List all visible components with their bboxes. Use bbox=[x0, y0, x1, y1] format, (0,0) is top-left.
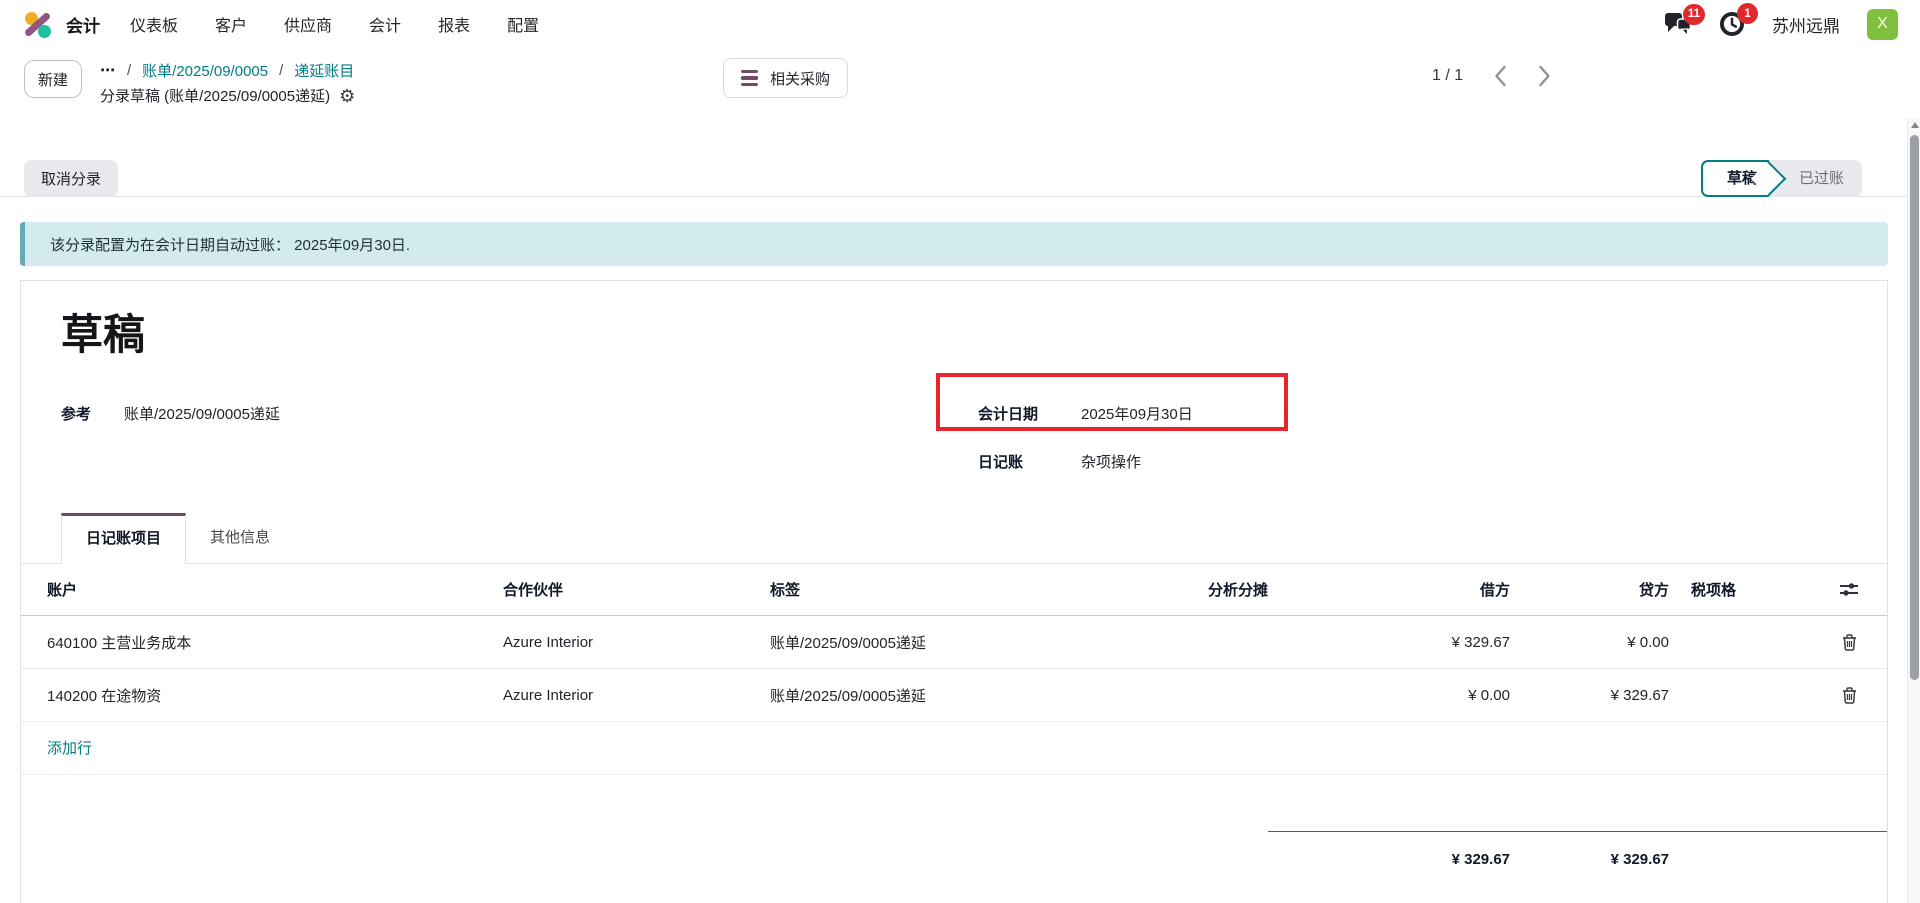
breadcrumb-separator: / bbox=[127, 62, 131, 79]
related-purchases-label: 相关采购 bbox=[770, 68, 830, 89]
top-nav: 会计 仪表板 客户 供应商 会计 报表 配置 11 bbox=[0, 0, 1920, 48]
cell-partner[interactable]: Azure Interior bbox=[503, 634, 770, 651]
cancel-entry-button[interactable]: 取消分录 bbox=[24, 160, 118, 197]
breadcrumb-overflow[interactable]: ⋯ bbox=[100, 61, 116, 79]
cell-debit[interactable]: ¥ 329.67 bbox=[1268, 634, 1510, 651]
journal-label: 日记账 bbox=[978, 451, 1081, 472]
accounting-date-field-row: 会计日期 2025年09月30日 bbox=[978, 401, 1193, 425]
col-header-account: 账户 bbox=[21, 579, 503, 600]
tab-journal-items[interactable]: 日记账项目 bbox=[61, 513, 186, 564]
scrollbar-up-arrow[interactable] bbox=[1911, 122, 1919, 128]
totals-row: ¥ 329.67 ¥ 329.67 bbox=[21, 831, 1887, 886]
reference-label: 参考 bbox=[61, 403, 124, 424]
nav-item-configuration[interactable]: 配置 bbox=[507, 12, 539, 36]
new-button[interactable]: 新建 bbox=[24, 60, 82, 98]
pager-value[interactable]: 1 / 1 bbox=[1432, 67, 1463, 85]
cell-account[interactable]: 140200 在途物资 bbox=[21, 685, 503, 706]
journal-item-row: 140200 在途物资 Azure Interior 账单/2025/09/00… bbox=[21, 669, 1887, 722]
status-widget: 草稿 已过账 bbox=[1701, 160, 1862, 197]
total-credit: ¥ 329.67 bbox=[1510, 831, 1669, 886]
journal-item-row: 640100 主营业务成本 Azure Interior 账单/2025/09/… bbox=[21, 616, 1887, 669]
pager-previous-icon[interactable] bbox=[1494, 65, 1507, 87]
breadcrumb-trail: ⋯ / 账单/2025/09/0005 / 递延账目 bbox=[100, 58, 355, 82]
messages-badge: 11 bbox=[1683, 4, 1705, 25]
delete-row-icon[interactable] bbox=[1842, 634, 1857, 651]
reference-field-row: 参考 账单/2025/09/0005递延 bbox=[61, 401, 280, 425]
brand: 会计 bbox=[24, 11, 100, 38]
delete-row-icon[interactable] bbox=[1842, 687, 1857, 704]
add-line-row: 添加行 bbox=[21, 722, 1887, 775]
col-header-debit: 借方 bbox=[1268, 579, 1510, 600]
nav-right: 11 1 苏州远鼎 X bbox=[1664, 9, 1898, 40]
scrollbar-thumb[interactable] bbox=[1910, 135, 1919, 680]
journal-items-table: 账户 合作伙伴 标签 分析分摊 借方 贷方 税项格 640100 主营业务 bbox=[21, 564, 1887, 886]
col-header-partner: 合作伙伴 bbox=[503, 579, 770, 600]
status-step-draft[interactable]: 草稿 bbox=[1701, 160, 1769, 197]
logo-circle-teal bbox=[38, 25, 51, 38]
nav-item-accounting[interactable]: 会计 bbox=[369, 12, 401, 36]
breadcrumb: ⋯ / 账单/2025/09/0005 / 递延账目 分录草稿 (账单/2025… bbox=[100, 58, 355, 106]
pager-next-icon[interactable] bbox=[1538, 65, 1551, 87]
col-header-analytic: 分析分摊 bbox=[1021, 579, 1268, 600]
add-line-link[interactable]: 添加行 bbox=[47, 740, 92, 757]
activities-button[interactable]: 1 bbox=[1719, 11, 1745, 37]
gear-icon[interactable]: ⚙ bbox=[339, 87, 355, 105]
page-scrollbar bbox=[1907, 118, 1920, 903]
col-header-credit: 贷方 bbox=[1510, 579, 1669, 600]
cell-debit[interactable]: ¥ 0.00 bbox=[1268, 687, 1510, 704]
main-menu: 仪表板 客户 供应商 会计 报表 配置 bbox=[130, 12, 539, 36]
cell-credit[interactable]: ¥ 0.00 bbox=[1510, 634, 1669, 651]
journal-field[interactable]: 杂项操作 bbox=[1081, 451, 1141, 472]
company-switcher[interactable]: 苏州远鼎 bbox=[1772, 12, 1840, 37]
reference-field[interactable]: 账单/2025/09/0005递延 bbox=[124, 403, 280, 424]
nav-item-reporting[interactable]: 报表 bbox=[438, 12, 470, 36]
cell-label[interactable]: 账单/2025/09/0005递延 bbox=[770, 632, 1021, 653]
col-header-label: 标签 bbox=[770, 579, 1021, 600]
hamburger-icon bbox=[741, 70, 758, 87]
app-menu-accounting[interactable]: 会计 bbox=[66, 12, 100, 37]
cell-label[interactable]: 账单/2025/09/0005递延 bbox=[770, 685, 1021, 706]
breadcrumb-separator: / bbox=[279, 62, 283, 79]
auto-post-banner: 该分录配置为在会计日期自动过账： 2025年09月30日. bbox=[20, 222, 1888, 266]
entry-state-title: 草稿 bbox=[61, 301, 145, 362]
cell-partner[interactable]: Azure Interior bbox=[503, 687, 770, 704]
cell-account[interactable]: 640100 主营业务成本 bbox=[21, 632, 503, 653]
total-debit: ¥ 329.67 bbox=[1268, 831, 1510, 886]
journal-field-row: 日记账 杂项操作 bbox=[978, 449, 1141, 473]
control-panel: 新建 ⋯ / 账单/2025/09/0005 / 递延账目 分录草稿 (账单/2… bbox=[0, 48, 1920, 148]
optional-columns-icon[interactable] bbox=[1839, 582, 1859, 597]
table-header-row: 账户 合作伙伴 标签 分析分摊 借方 贷方 税项格 bbox=[21, 564, 1887, 616]
nav-item-customers[interactable]: 客户 bbox=[215, 12, 247, 36]
activities-badge: 1 bbox=[1737, 3, 1758, 24]
col-header-tax-grid: 税项格 bbox=[1669, 579, 1811, 600]
notebook-tabs: 日记账项目 其他信息 bbox=[21, 513, 1887, 564]
panel-divider bbox=[0, 196, 1920, 197]
nav-item-dashboard[interactable]: 仪表板 bbox=[130, 12, 178, 36]
messages-button[interactable]: 11 bbox=[1664, 12, 1692, 37]
form-sheet: 草稿 参考 账单/2025/09/0005递延 会计日期 2025年09月30日… bbox=[20, 280, 1888, 903]
nav-item-vendors[interactable]: 供应商 bbox=[284, 12, 332, 36]
cell-credit[interactable]: ¥ 329.67 bbox=[1510, 687, 1669, 704]
pager: 1 / 1 bbox=[1432, 65, 1551, 87]
breadcrumb-link-deferred[interactable]: 递延账目 bbox=[294, 60, 354, 81]
breadcrumb-link-bill[interactable]: 账单/2025/09/0005 bbox=[142, 60, 268, 81]
accounting-date-label: 会计日期 bbox=[978, 403, 1081, 424]
user-avatar[interactable]: X bbox=[1867, 9, 1898, 40]
related-purchases-button[interactable]: 相关采购 bbox=[723, 58, 848, 98]
tab-other-info[interactable]: 其他信息 bbox=[186, 513, 294, 563]
auto-post-banner-text: 该分录配置为在会计日期自动过账： 2025年09月30日. bbox=[50, 234, 410, 255]
breadcrumb-active: 分录草稿 (账单/2025/09/0005递延) ⚙ bbox=[100, 85, 355, 106]
odoo-logo-icon[interactable] bbox=[24, 11, 52, 38]
breadcrumb-current: 分录草稿 (账单/2025/09/0005递延) bbox=[100, 85, 330, 106]
accounting-date-field[interactable]: 2025年09月30日 bbox=[1081, 403, 1193, 424]
